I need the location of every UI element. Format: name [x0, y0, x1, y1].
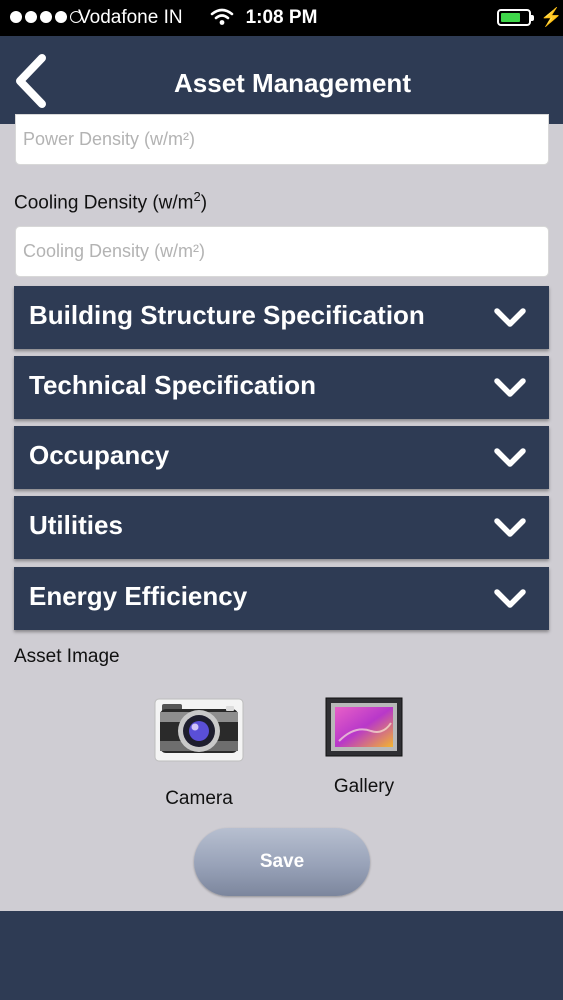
bottom-bar: [0, 911, 563, 1000]
section-technical[interactable]: Technical Specification: [14, 356, 549, 419]
section-label: Occupancy: [29, 440, 170, 470]
chevron-down-icon: [494, 518, 526, 537]
gallery-icon: [325, 697, 403, 757]
cooling-density-field[interactable]: [15, 226, 549, 277]
cooling-density-label: Cooling Density (w/m2): [14, 189, 208, 214]
battery-icon: [497, 9, 534, 26]
section-label: Utilities: [29, 510, 123, 540]
section-label: Technical Specification: [29, 370, 317, 400]
page-title: Asset Management: [174, 68, 411, 98]
camera-button[interactable]: Camera: [154, 698, 244, 809]
section-building-structure[interactable]: Building Structure Specification: [14, 286, 549, 349]
section-label: Energy Efficiency: [29, 581, 248, 611]
power-density-field[interactable]: [15, 114, 549, 165]
section-label: Building Structure Specification: [29, 300, 425, 330]
section-energy-efficiency[interactable]: Energy Efficiency: [14, 567, 549, 630]
gallery-label: Gallery: [333, 776, 395, 797]
charging-bolt-icon: ⚡: [540, 7, 563, 27]
chevron-down-icon: [494, 308, 526, 327]
chevron-down-icon: [494, 378, 526, 397]
chevron-down-icon: [494, 448, 526, 467]
asset-image-label: Asset Image: [14, 646, 120, 667]
gallery-button[interactable]: Gallery: [325, 697, 403, 797]
nav-bar: Asset Management: [0, 36, 563, 124]
section-occupancy[interactable]: Occupancy: [14, 426, 549, 489]
camera-icon: [154, 698, 244, 762]
section-utilities[interactable]: Utilities: [14, 496, 549, 559]
chevron-down-icon: [494, 589, 526, 608]
camera-label: Camera: [165, 788, 233, 809]
status-bar: Vodafone IN 1:08 PM ⚡: [0, 0, 563, 36]
clock: 1:08 PM: [245, 7, 318, 28]
save-button[interactable]: Save: [194, 828, 370, 896]
